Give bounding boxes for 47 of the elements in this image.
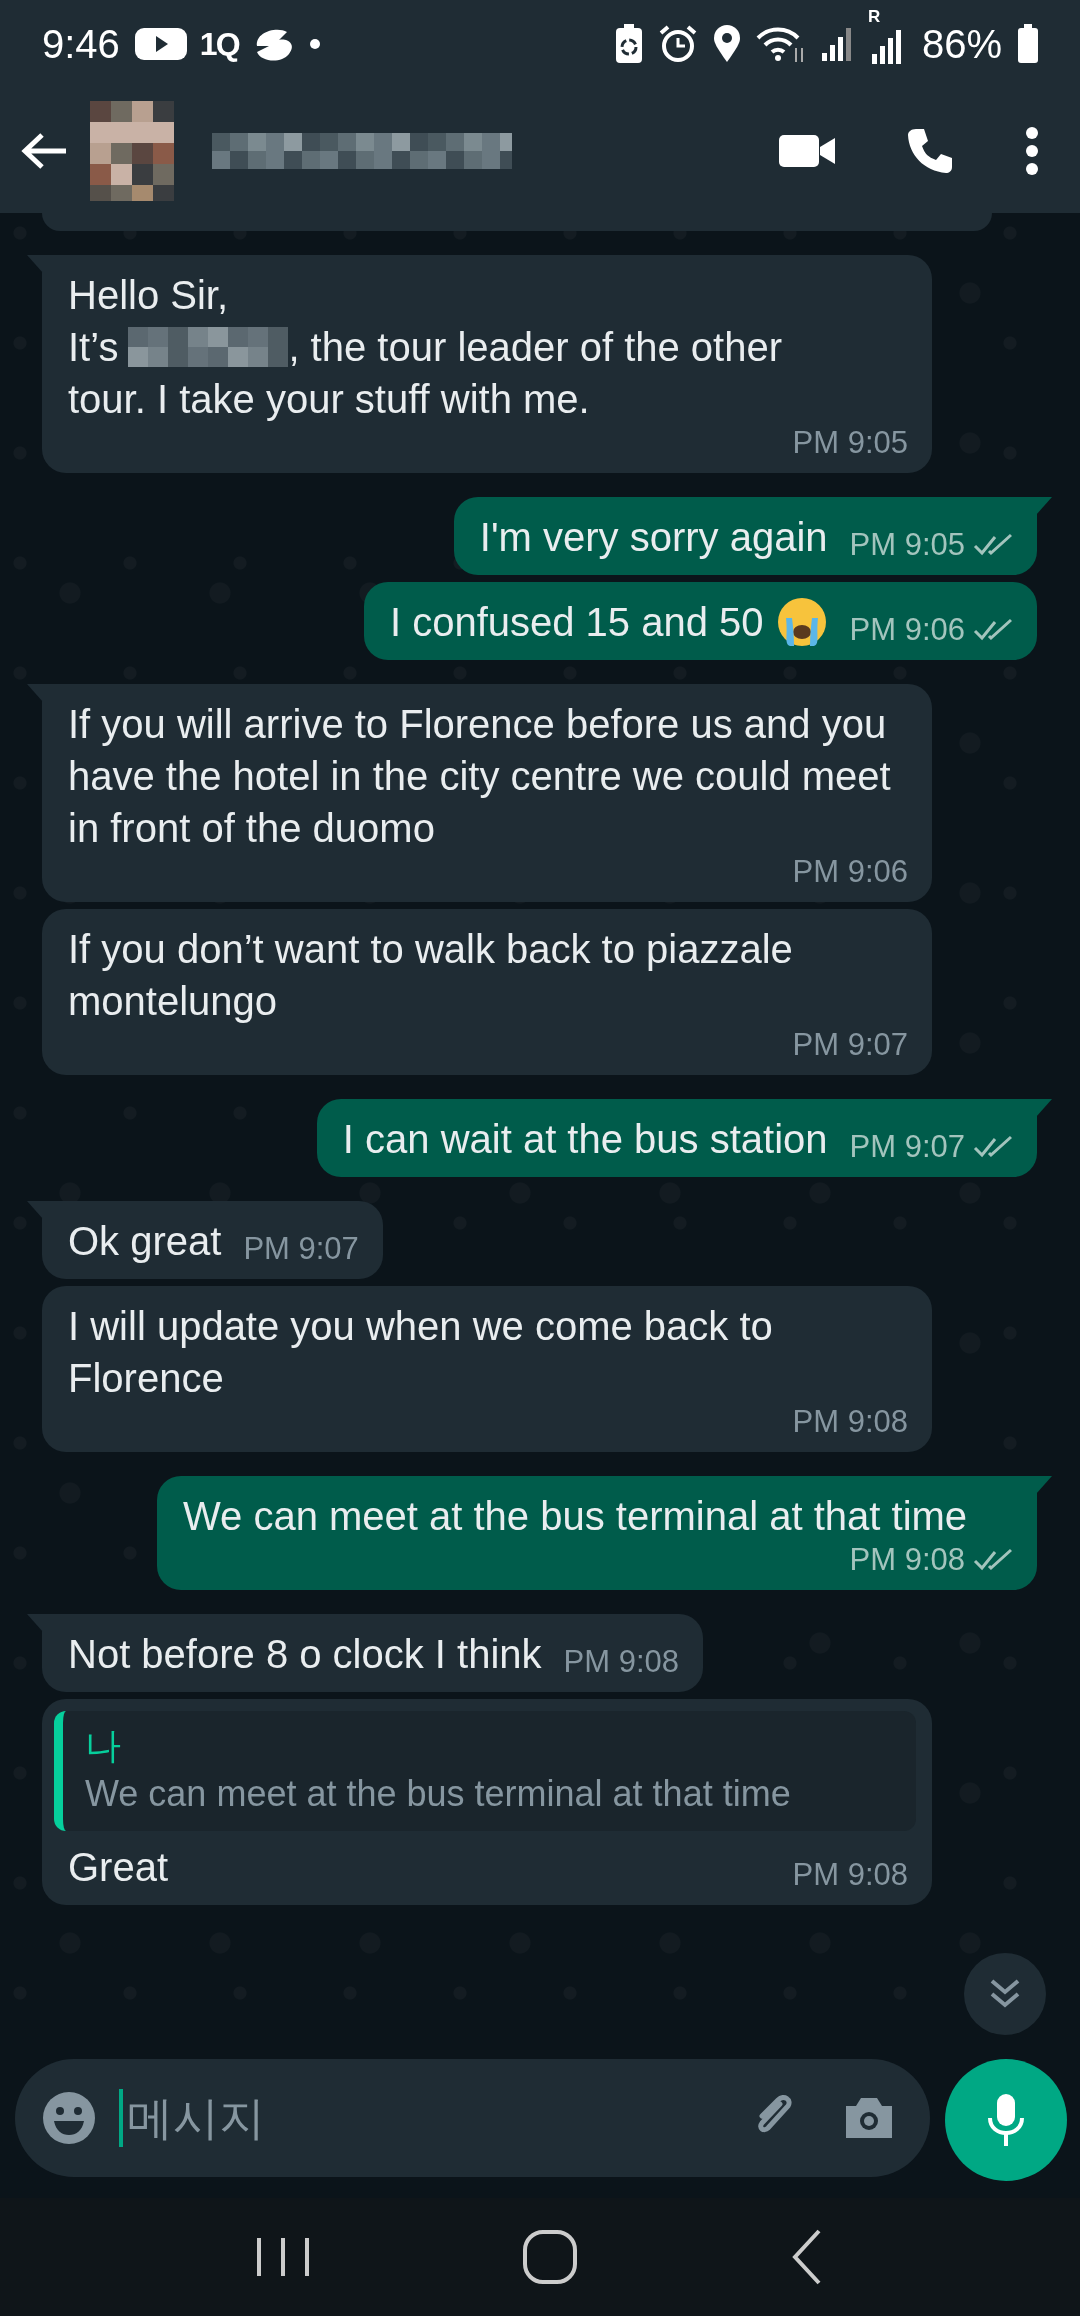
message-text: I will update you when we come back to Florence [68, 1303, 774, 1402]
video-app-icon [133, 25, 188, 63]
microphone-icon [986, 2092, 1026, 2148]
message-time: PM 9:07 [792, 1027, 908, 1063]
message-time: PM 9:08 [792, 1404, 908, 1440]
location-icon [711, 24, 742, 64]
message-text: Ok great [68, 1218, 222, 1265]
battery-saver-icon [613, 23, 644, 65]
message-text: If you will arrive to Florence before us and you have the hotel in the city centre we could meet in front of the duomo [68, 701, 892, 852]
message-text: I confused 15 and 50 [389, 599, 764, 646]
app-notification-label: 1Q [199, 25, 239, 64]
message-text: It’s [68, 324, 119, 371]
roaming-label: R [867, 8, 881, 26]
quoted-message[interactable]: 나 We can meet at the bus terminal at that time [54, 1711, 916, 1831]
emoji-button[interactable] [41, 2090, 97, 2146]
home-icon[interactable] [520, 2227, 580, 2287]
message-time: PM 9:08 [849, 1542, 965, 1578]
message-text: Hello Sir, [68, 272, 230, 319]
message-text: Not before 8 o clock I think [68, 1631, 542, 1678]
signal-icon [819, 25, 854, 63]
message-time: PM 9:08 [792, 1857, 908, 1893]
quote-text: We can meet at the bus terminal at that time [85, 1772, 792, 1816]
message-text: tour. I take your stuff with me. [68, 376, 591, 423]
phone-icon[interactable] [906, 126, 954, 175]
message-time: PM 9:07 [243, 1231, 359, 1267]
message-time: PM 9:06 [792, 854, 908, 890]
message-text: Great [68, 1844, 169, 1891]
message-time: PM 9:08 [563, 1644, 680, 1680]
message-text: I can wait at the bus station [342, 1116, 828, 1163]
notification-dot-icon [308, 38, 321, 50]
alarm-icon [657, 24, 698, 64]
battery-icon [1016, 23, 1040, 65]
status-time: 9:46 [42, 21, 120, 68]
quote-author: 나 [85, 1724, 122, 1768]
message-text: We can meet at the bus terminal at that time [183, 1493, 968, 1540]
message-time: PM 9:06 [849, 612, 965, 648]
message-text: I'm very sorry again [479, 514, 828, 561]
message-time: PM 9:07 [849, 1129, 965, 1165]
message-field[interactable]: 메시지 [15, 2059, 930, 2177]
message-time: PM 9:05 [792, 425, 908, 461]
message-text: , the tour leader of the other [288, 324, 783, 371]
battery-percent: 86% [921, 21, 1002, 68]
blurred-name[interactable] [212, 132, 512, 169]
smiley-icon [41, 2090, 97, 2146]
more-options-icon[interactable] [1024, 125, 1040, 176]
message-time: PM 9:05 [849, 527, 965, 563]
message-text: If you don’t want to walk back to piazzale montelungo [68, 926, 794, 1025]
